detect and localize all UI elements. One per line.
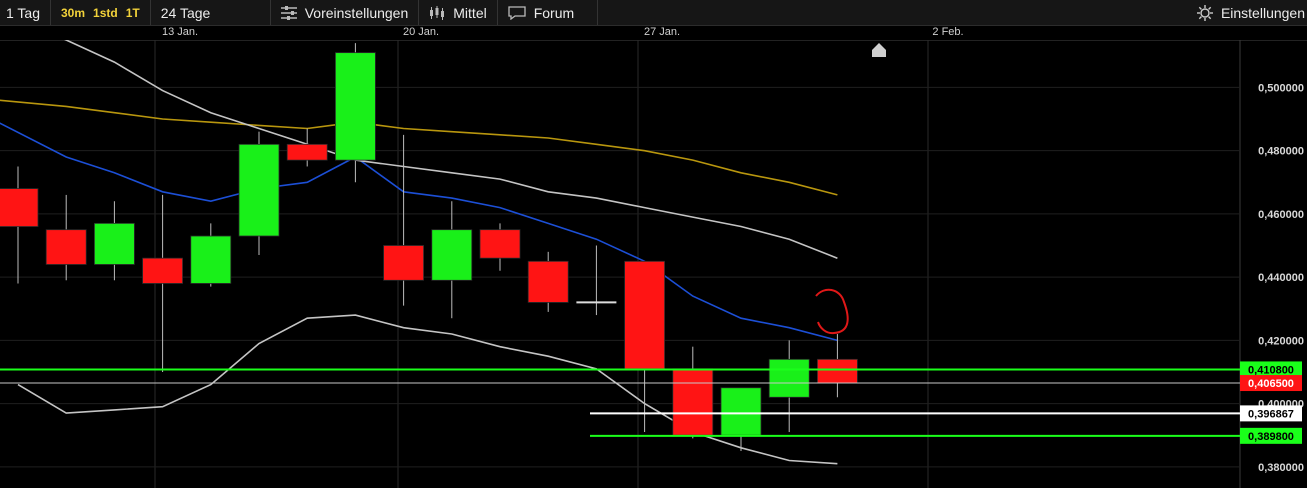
period-button[interactable]: 1 Tag [0,0,51,25]
y-tick-label: 0,460000 [1258,209,1304,221]
period-label: 1 Tag [6,4,40,21]
interval-group: 30m 1std 1T [51,0,151,25]
candle-body [672,368,714,436]
range-label: 24 Tage [160,4,211,21]
candle-body [334,52,376,161]
horizontal-levels: 0,410800 0,406500 0,396867 0,389800 [0,361,1302,444]
presets-button[interactable]: Voreinstellungen [271,0,420,25]
candle-body [286,143,328,161]
candle-body [45,229,87,265]
level-tag-label: 0,389800 [1248,431,1294,443]
candlestick-icon [429,5,445,20]
forum-label: Forum [533,4,575,21]
home-marker [872,43,886,57]
candle-body [94,222,135,265]
gear-icon [1196,4,1213,21]
price-chart[interactable]: 0,500000 0,480000 0,460000 0,440000 0,420000… [0,40,1307,488]
y-tick-label: 0,480000 [1258,146,1304,158]
candle-body [817,358,858,384]
candles [0,43,858,452]
speech-bubble-icon [508,5,526,20]
grid [0,40,1241,488]
interval-1std-button[interactable]: 1std [89,6,122,20]
toolbar: 1 Tag 30m 1std 1T 24 Tage Voreinstellung… [0,0,1307,26]
forum-button[interactable]: Forum [498,0,598,25]
annotation-circle [815,288,849,335]
settings-button[interactable]: Einstellungen [1196,0,1307,25]
candle-body [190,235,232,284]
candle-body [383,245,425,281]
interval-30m-button[interactable]: 30m [57,6,89,20]
candle-body [0,188,39,227]
candle-body [527,260,569,303]
date-label: 20 Jan. [402,26,440,38]
y-tick-label: 0,420000 [1258,335,1304,347]
sliders-icon [280,5,297,20]
indicator-button[interactable]: Mittel [419,0,498,25]
interval-1t-button[interactable]: 1T [122,6,144,20]
presets-label: Voreinstellungen [304,4,409,21]
line-bollinger-upper [64,40,838,259]
y-tick-label: 0,380000 [1258,462,1304,474]
candle-body [720,387,762,436]
line-gold-ma [0,99,838,196]
y-tick-label: 0,500000 [1258,82,1304,94]
date-label: 27 Jan. [643,26,681,38]
date-label: 2 Feb. [932,26,964,38]
line-bollinger-lower [17,314,838,465]
y-tick-label: 0,440000 [1258,272,1304,284]
candle-body [431,229,473,281]
level-tag-label: 0,410800 [1248,364,1294,376]
level-tag-label: 0,396867 [1248,408,1294,420]
level-tag-label: 0,406500 [1248,378,1294,390]
candle-body [142,257,184,284]
candle-body [624,260,665,370]
date-axis: 13 Jan. 20 Jan. 27 Jan. 2 Feb. [0,26,1307,41]
indicator-label: Mittel [453,4,487,21]
date-label: 13 Jan. [161,26,199,38]
candle-body [479,229,521,259]
settings-label: Einstellungen [1220,4,1305,21]
candle-body [768,358,810,398]
candle-body [238,143,280,237]
range-button[interactable]: 24 Tage [151,0,271,25]
